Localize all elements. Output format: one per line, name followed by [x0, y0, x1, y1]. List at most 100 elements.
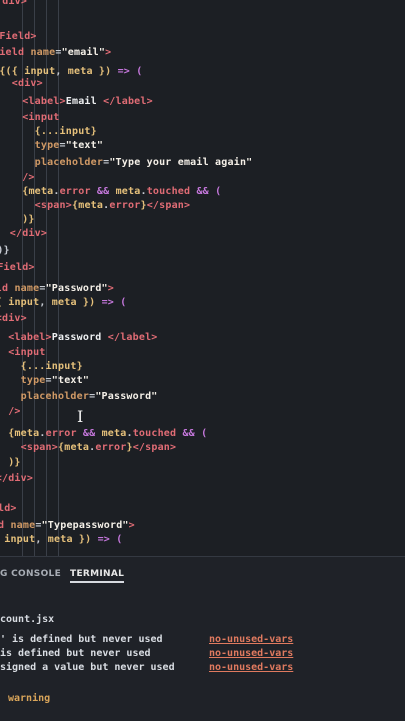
- code-token: input: [8, 297, 40, 308]
- code-token: </Field>: [0, 31, 37, 42]
- code-line: </div>: [0, 228, 47, 240]
- code-token: }): [92, 66, 118, 77]
- code-token: </span>: [146, 200, 191, 211]
- tab-debug-console[interactable]: G CONSOLE: [0, 569, 61, 579]
- code-token: </span>: [132, 442, 177, 453]
- code-token: name: [14, 283, 40, 294]
- code-token: error: [95, 442, 127, 453]
- code-token: input: [59, 126, 91, 137]
- code-token: }): [76, 297, 102, 308]
- code-line: <label>Email </label>: [0, 96, 153, 108]
- code-line: )}: [0, 214, 35, 226]
- code-token: meta: [51, 297, 77, 308]
- code-token: meta: [101, 428, 127, 439]
- code-token: }: [76, 361, 83, 372]
- code-token: <Field: [0, 283, 9, 294]
- code-token: />: [8, 406, 21, 417]
- code-line: <div>: [0, 78, 43, 90]
- code-line: placeholder="Password": [0, 391, 158, 403]
- code-line: <input: [0, 112, 60, 124]
- code-line: type="text": [0, 140, 103, 152]
- code-token: "text": [51, 375, 90, 386]
- code-line: <span>{meta.error}</span>: [0, 200, 190, 212]
- code-token: meta: [78, 200, 104, 211]
- code-token: </label>: [107, 332, 158, 343]
- code-token: placeholder: [20, 391, 90, 402]
- code-token: <span>: [34, 200, 72, 211]
- terminal-file: count.jsx: [0, 614, 55, 625]
- problem-message: is defined but never used: [0, 648, 151, 659]
- code-line: </Field>: [0, 262, 35, 274]
- code-token: => (: [101, 297, 127, 308]
- code-token: "Password": [45, 283, 108, 294]
- code-token: meta: [47, 534, 73, 545]
- problem-rule-link[interactable]: no-unused-vars: [209, 662, 293, 674]
- code-editor[interactable]: </div> )) </Field> <Field name="email"> …: [0, 0, 405, 556]
- tab-terminal[interactable]: TERMINAL: [70, 569, 125, 583]
- code-token: </div>: [0, 473, 34, 484]
- code-token: && (: [176, 428, 208, 439]
- code-token: {({: [0, 66, 18, 77]
- code-token: meta: [115, 186, 141, 197]
- code-token: "Typepassword": [41, 520, 129, 531]
- code-token: {...: [20, 361, 46, 372]
- warning-summary: warning: [8, 693, 51, 704]
- code-token: &&: [90, 186, 116, 197]
- code-token: name: [30, 47, 56, 58]
- code-token: Password: [51, 332, 108, 343]
- code-line: <Field name="Typepassword">: [0, 520, 135, 532]
- code-token: <div>: [0, 313, 27, 324]
- code-token: => (: [117, 66, 143, 77]
- code-token: <span>: [20, 442, 58, 453]
- code-line: {...input}: [0, 361, 83, 373]
- code-token: ,: [55, 66, 68, 77]
- code-line: </div>: [0, 0, 27, 8]
- code-token: && (: [190, 186, 222, 197]
- code-line: </div>: [0, 473, 33, 485]
- code-token: {: [8, 428, 15, 439]
- bottom-panel: G CONSOLE TERMINAL count.jsx ' is define…: [0, 556, 405, 721]
- code-token: <label>: [22, 96, 66, 107]
- code-line: type="text": [0, 375, 89, 387]
- indent-guide: [46, 0, 47, 556]
- code-token: meta: [67, 66, 93, 77]
- code-token: <Field: [0, 520, 5, 531]
- code-token: ,: [35, 534, 48, 545]
- code-token: => (: [97, 534, 123, 545]
- problem-rule-link[interactable]: no-unused-vars: [209, 634, 293, 646]
- code-token: "Type your email again": [109, 157, 253, 168]
- code-token: {({: [0, 297, 8, 308]
- code-token: )}: [8, 457, 21, 468]
- code-token: <input: [8, 347, 46, 358]
- code-line: )}: [0, 457, 21, 469]
- code-line: </Field>: [0, 31, 37, 43]
- indent-guide: [58, 0, 59, 556]
- code-token: Email: [65, 96, 104, 107]
- code-token: "email": [61, 47, 106, 58]
- code-line: <input: [0, 347, 46, 359]
- code-token: </div>: [9, 228, 48, 239]
- code-line: </Field>: [0, 503, 17, 515]
- code-line: {({ input, meta }) => (: [0, 534, 122, 546]
- code-token: error: [59, 186, 91, 197]
- code-line: <Field name="Password">: [0, 283, 114, 295]
- code-token: input: [24, 66, 56, 77]
- code-token: name: [10, 520, 36, 531]
- code-line: />: [0, 406, 21, 418]
- code-token: }): [72, 534, 98, 545]
- code-token: ,: [39, 297, 52, 308]
- code-token: </label>: [103, 96, 153, 107]
- code-token: meta: [14, 428, 40, 439]
- code-token: error: [45, 428, 77, 439]
- code-line: <span>{meta.error}</span>: [0, 442, 176, 454]
- text-cursor-icon: I: [77, 407, 84, 426]
- code-token: <div>: [11, 78, 43, 89]
- code-token: type: [34, 140, 60, 151]
- code-token: )}: [0, 245, 10, 256]
- code-token: >: [107, 283, 115, 294]
- problem-rule-link[interactable]: no-unused-vars: [209, 648, 293, 660]
- code-token: meta: [28, 186, 54, 197]
- code-line: />: [0, 172, 35, 184]
- code-line: {...input}: [0, 126, 97, 138]
- code-token: meta: [64, 442, 90, 453]
